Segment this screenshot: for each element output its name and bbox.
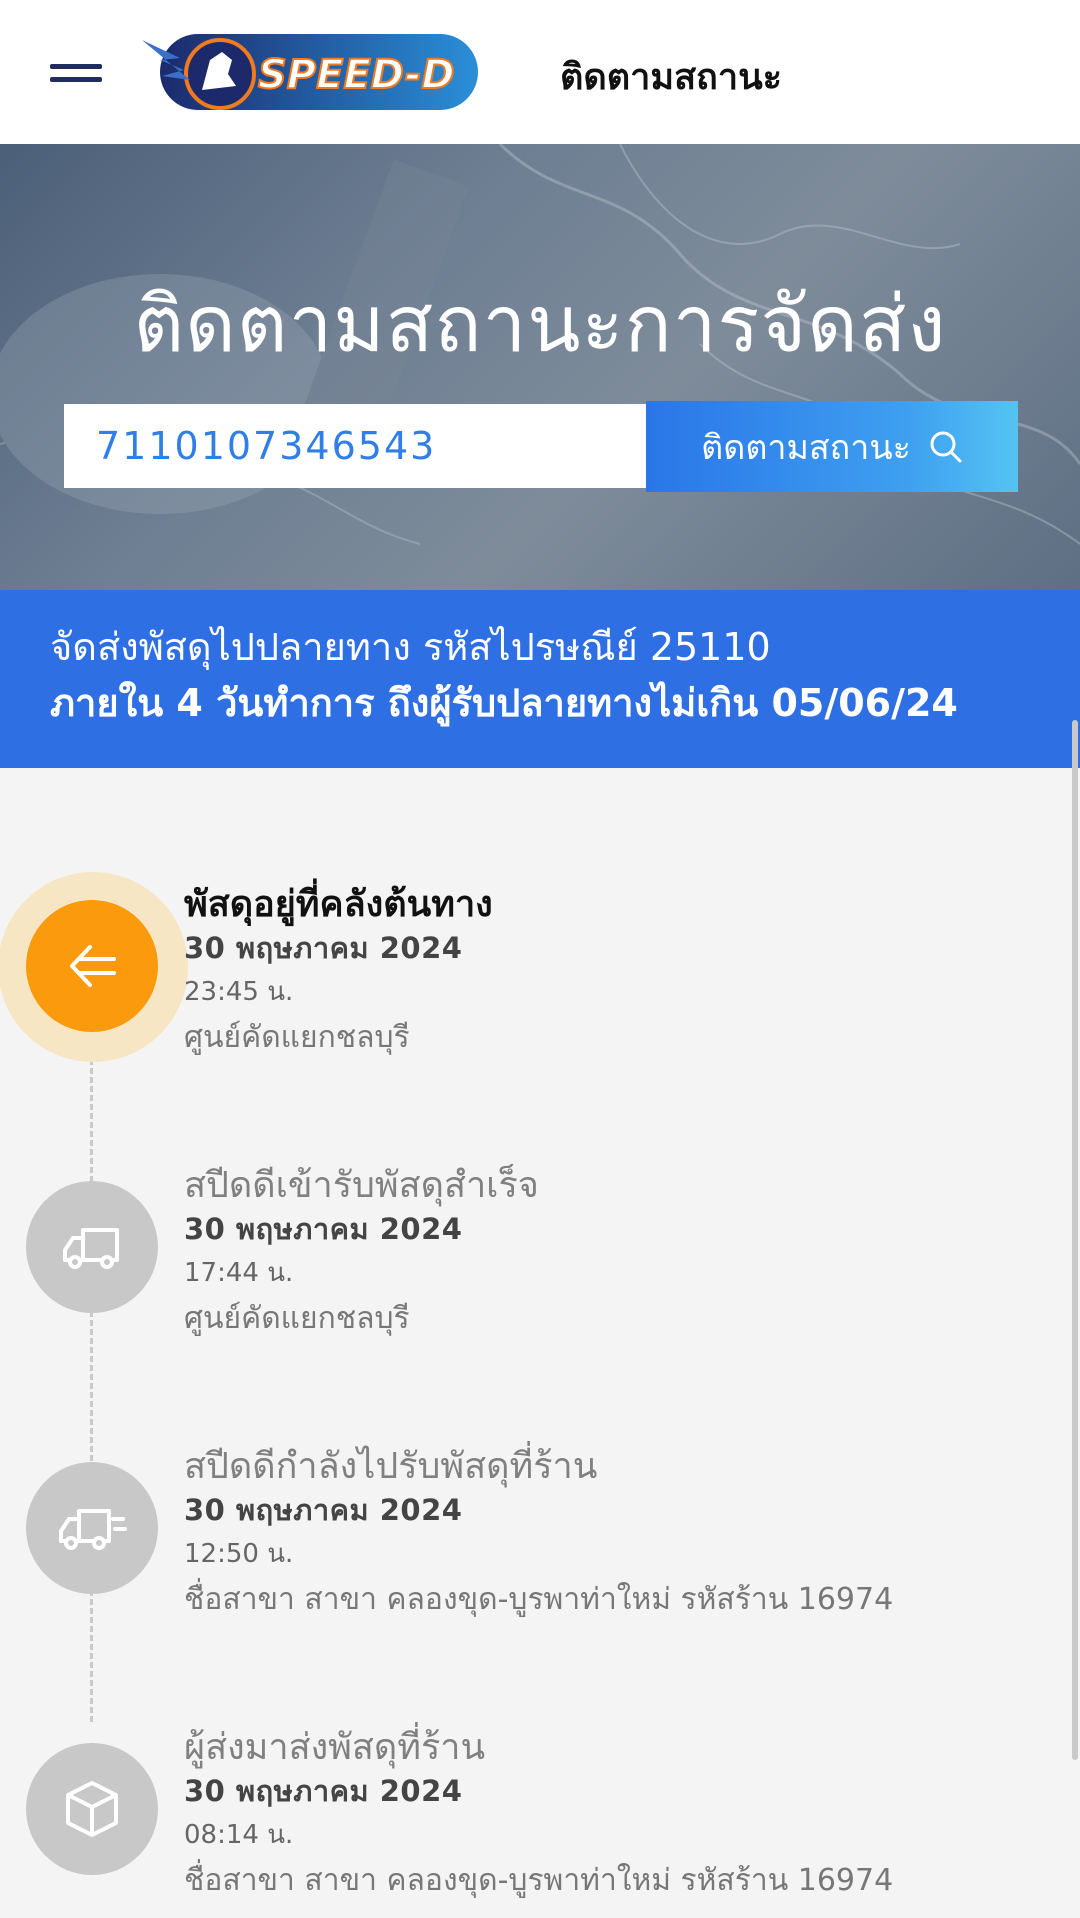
status-title: ผู้ส่งมาส่งพัสดุที่ร้าน (184, 1727, 486, 1768)
hero-section: ติดตามสถานะการจัดส่ง ติดตามสถานะ (0, 144, 1080, 590)
hamburger-menu-icon[interactable] (50, 62, 102, 86)
status-location: ชื่อสาขา สาขา คลองขุด-บูรพาท่าใหม่ รหัสร… (184, 1863, 894, 1898)
status-title: พัสดุอยู่ที่คลังต้นทาง (184, 884, 493, 925)
track-status-button[interactable]: ติดตามสถานะ (646, 401, 1018, 492)
track-button-label: ติดตามสถานะ (701, 427, 911, 468)
destination-postcode-text: จัดส่งพัสดุไปปลายทาง รหัสไปรษณีย์ 25110 (50, 625, 771, 669)
status-icon-circle (26, 900, 158, 1032)
status-time: 12:50 น. (184, 1539, 294, 1569)
status-date: 30 พฤษภาคม 2024 (184, 1493, 463, 1527)
search-icon (930, 431, 962, 462)
timeline-text: ผู้ส่งมาส่งพัสดุที่ร้าน 30 พฤษภาคม 2024 … (184, 1725, 893, 1903)
brand-text: SPEED-D (258, 52, 455, 98)
timeline-text: พัสดุอยู่ที่คลังต้นทาง 30 พฤษภาคม 2024 2… (184, 882, 493, 1060)
status-icon-circle (26, 1462, 158, 1594)
delivery-deadline-text: ภายใน 4 วันทำการ ถึงผู้รับปลายทางไม่เกิน… (50, 681, 958, 725)
menu-bar (50, 77, 102, 82)
top-header: SPEED-D ติดตามสถานะ (0, 0, 1080, 144)
status-location: ศูนย์คัดแยกชลบุรี (184, 1301, 410, 1336)
arrow-left-icon (70, 945, 116, 987)
status-time: 23:45 น. (184, 977, 294, 1007)
hero-title: ติดตามสถานะการจัดส่ง (133, 280, 947, 370)
box-icon (66, 1781, 118, 1837)
status-location: ศูนย์คัดแยกชลบุรี (184, 1020, 410, 1055)
status-icon-circle (26, 1743, 158, 1875)
speed-d-logo[interactable]: SPEED-D (140, 30, 480, 112)
tracking-number-input[interactable] (64, 404, 646, 488)
status-location: ชื่อสาขา สาขา คลองขุด-บูรพาท่าใหม่ รหัสร… (184, 1582, 894, 1617)
fast-truck-icon (59, 1509, 127, 1550)
status-timeline: พัสดุอยู่ที่คลังต้นทาง 30 พฤษภาคม 2024 2… (0, 768, 1080, 1918)
status-time: 08:14 น. (184, 1820, 294, 1850)
timeline-text: สปีดดีกำลังไปรับพัสดุที่ร้าน 30 พฤษภาคม … (184, 1444, 893, 1622)
status-title: สปีดดีเข้ารับพัสดุสำเร็จ (184, 1165, 539, 1206)
timeline-connector (90, 1032, 93, 1722)
status-date: 30 พฤษภาคม 2024 (184, 1774, 463, 1808)
timeline-text: สปีดดีเข้ารับพัสดุสำเร็จ 30 พฤษภาคม 2024… (184, 1163, 539, 1341)
scrollbar[interactable] (1072, 720, 1078, 1760)
status-icon-circle (26, 1181, 158, 1313)
status-date: 30 พฤษภาคม 2024 (184, 1212, 463, 1246)
delivery-info-banner: จัดส่งพัสดุไปปลายทาง รหัสไปรษณีย์ 25110 … (0, 590, 1080, 768)
header-title: ติดตามสถานะ (560, 57, 783, 98)
truck-icon (63, 1228, 119, 1269)
status-date: 30 พฤษภาคม 2024 (184, 931, 463, 965)
status-title: สปีดดีกำลังไปรับพัสดุที่ร้าน (184, 1446, 598, 1487)
menu-bar (50, 64, 102, 69)
status-time: 17:44 น. (184, 1258, 294, 1288)
